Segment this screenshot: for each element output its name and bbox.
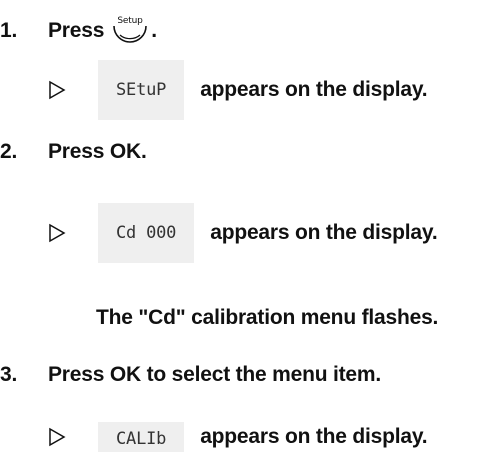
- step-text: Press OK to select the menu item.: [48, 363, 382, 386]
- step-2: 2. Press OK.: [0, 140, 147, 164]
- result-triangle-icon: [49, 427, 66, 447]
- step-text: Press OK.: [48, 140, 147, 163]
- display-readout: SEtuP: [98, 60, 185, 120]
- setup-button-icon: Setup: [113, 16, 148, 43]
- result-1: SEtuP appears on the display.: [48, 60, 428, 120]
- result-triangle-icon: [49, 223, 66, 243]
- result-triangle-icon: [49, 80, 66, 100]
- result-text: appears on the display.: [210, 221, 438, 244]
- step-3: 3. Press OK to select the menu item.: [0, 363, 381, 387]
- step-1: 1. Press Setup .: [0, 16, 157, 44]
- result-text: appears on the display.: [200, 425, 428, 448]
- display-readout: Cd 000: [98, 203, 195, 263]
- result-text: appears on the display.: [200, 78, 428, 101]
- setup-icon-label: Setup: [118, 16, 144, 26]
- step-number: 2.: [0, 140, 18, 163]
- display-readout: CALIb: [98, 422, 185, 452]
- step-text: Press: [48, 19, 105, 42]
- result-2: Cd 000 appears on the display.: [48, 203, 438, 263]
- result-3: CALIb appears on the display.: [48, 422, 428, 452]
- step-number: 1.: [0, 19, 18, 42]
- step-suffix: .: [151, 19, 157, 42]
- note-text: The "Cd" calibration menu flashes.: [96, 306, 439, 329]
- step-number: 3.: [0, 363, 18, 386]
